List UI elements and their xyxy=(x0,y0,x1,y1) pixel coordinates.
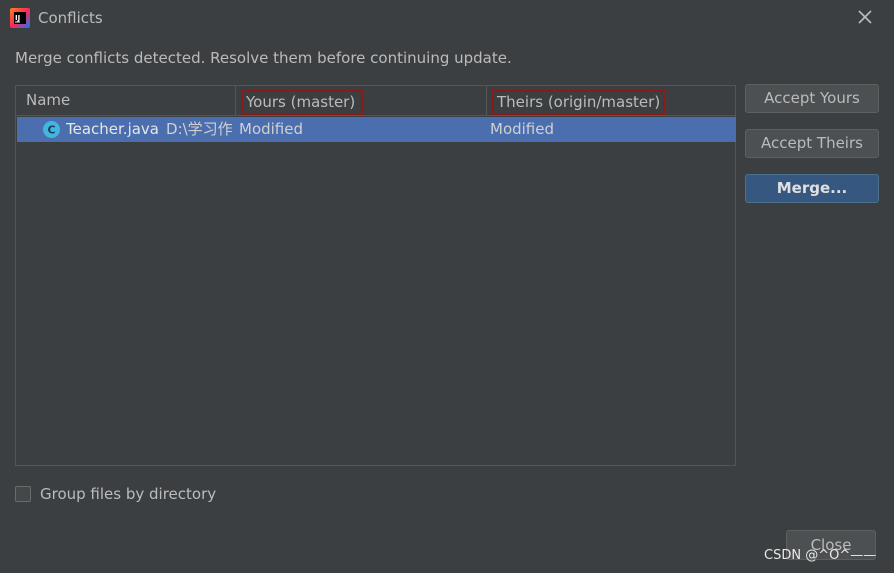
table-header: Name Yours (master) Theirs (origin/maste… xyxy=(16,86,735,116)
title-bar: IJ Conflicts xyxy=(0,0,894,36)
svg-text:IJ: IJ xyxy=(15,14,20,22)
accept-yours-button[interactable]: Accept Yours xyxy=(745,84,879,113)
window-title: Conflicts xyxy=(38,9,103,27)
column-header-yours[interactable]: Yours (master) xyxy=(241,90,364,115)
table-row[interactable]: C Teacher.java D:\学习作 Modified Modified xyxy=(17,117,736,142)
conflicts-table[interactable]: Name Yours (master) Theirs (origin/maste… xyxy=(15,85,736,466)
file-name-cell: Teacher.java D:\学习作 xyxy=(66,117,236,142)
theirs-status-cell: Modified xyxy=(490,120,555,138)
file-name: Teacher.java xyxy=(66,120,160,138)
column-divider[interactable] xyxy=(486,86,487,115)
column-header-name[interactable]: Name xyxy=(26,86,70,115)
watermark-text: CSDN @^O^—— xyxy=(764,548,877,563)
svg-text:C: C xyxy=(47,124,55,137)
group-by-directory-label[interactable]: Group files by directory xyxy=(40,485,216,503)
close-icon[interactable] xyxy=(856,8,874,26)
merge-button[interactable]: Merge... xyxy=(745,174,879,203)
accept-theirs-button[interactable]: Accept Theirs xyxy=(745,129,879,158)
java-class-icon: C xyxy=(43,121,60,138)
group-by-directory-checkbox[interactable] xyxy=(15,486,31,502)
file-path: D:\学习作 xyxy=(166,120,233,138)
yours-status-cell: Modified xyxy=(239,120,304,138)
conflict-message: Merge conflicts detected. Resolve them b… xyxy=(15,49,512,67)
column-header-theirs[interactable]: Theirs (origin/master) xyxy=(492,90,666,115)
intellij-idea-icon: IJ xyxy=(10,8,30,28)
column-divider[interactable] xyxy=(235,86,236,115)
